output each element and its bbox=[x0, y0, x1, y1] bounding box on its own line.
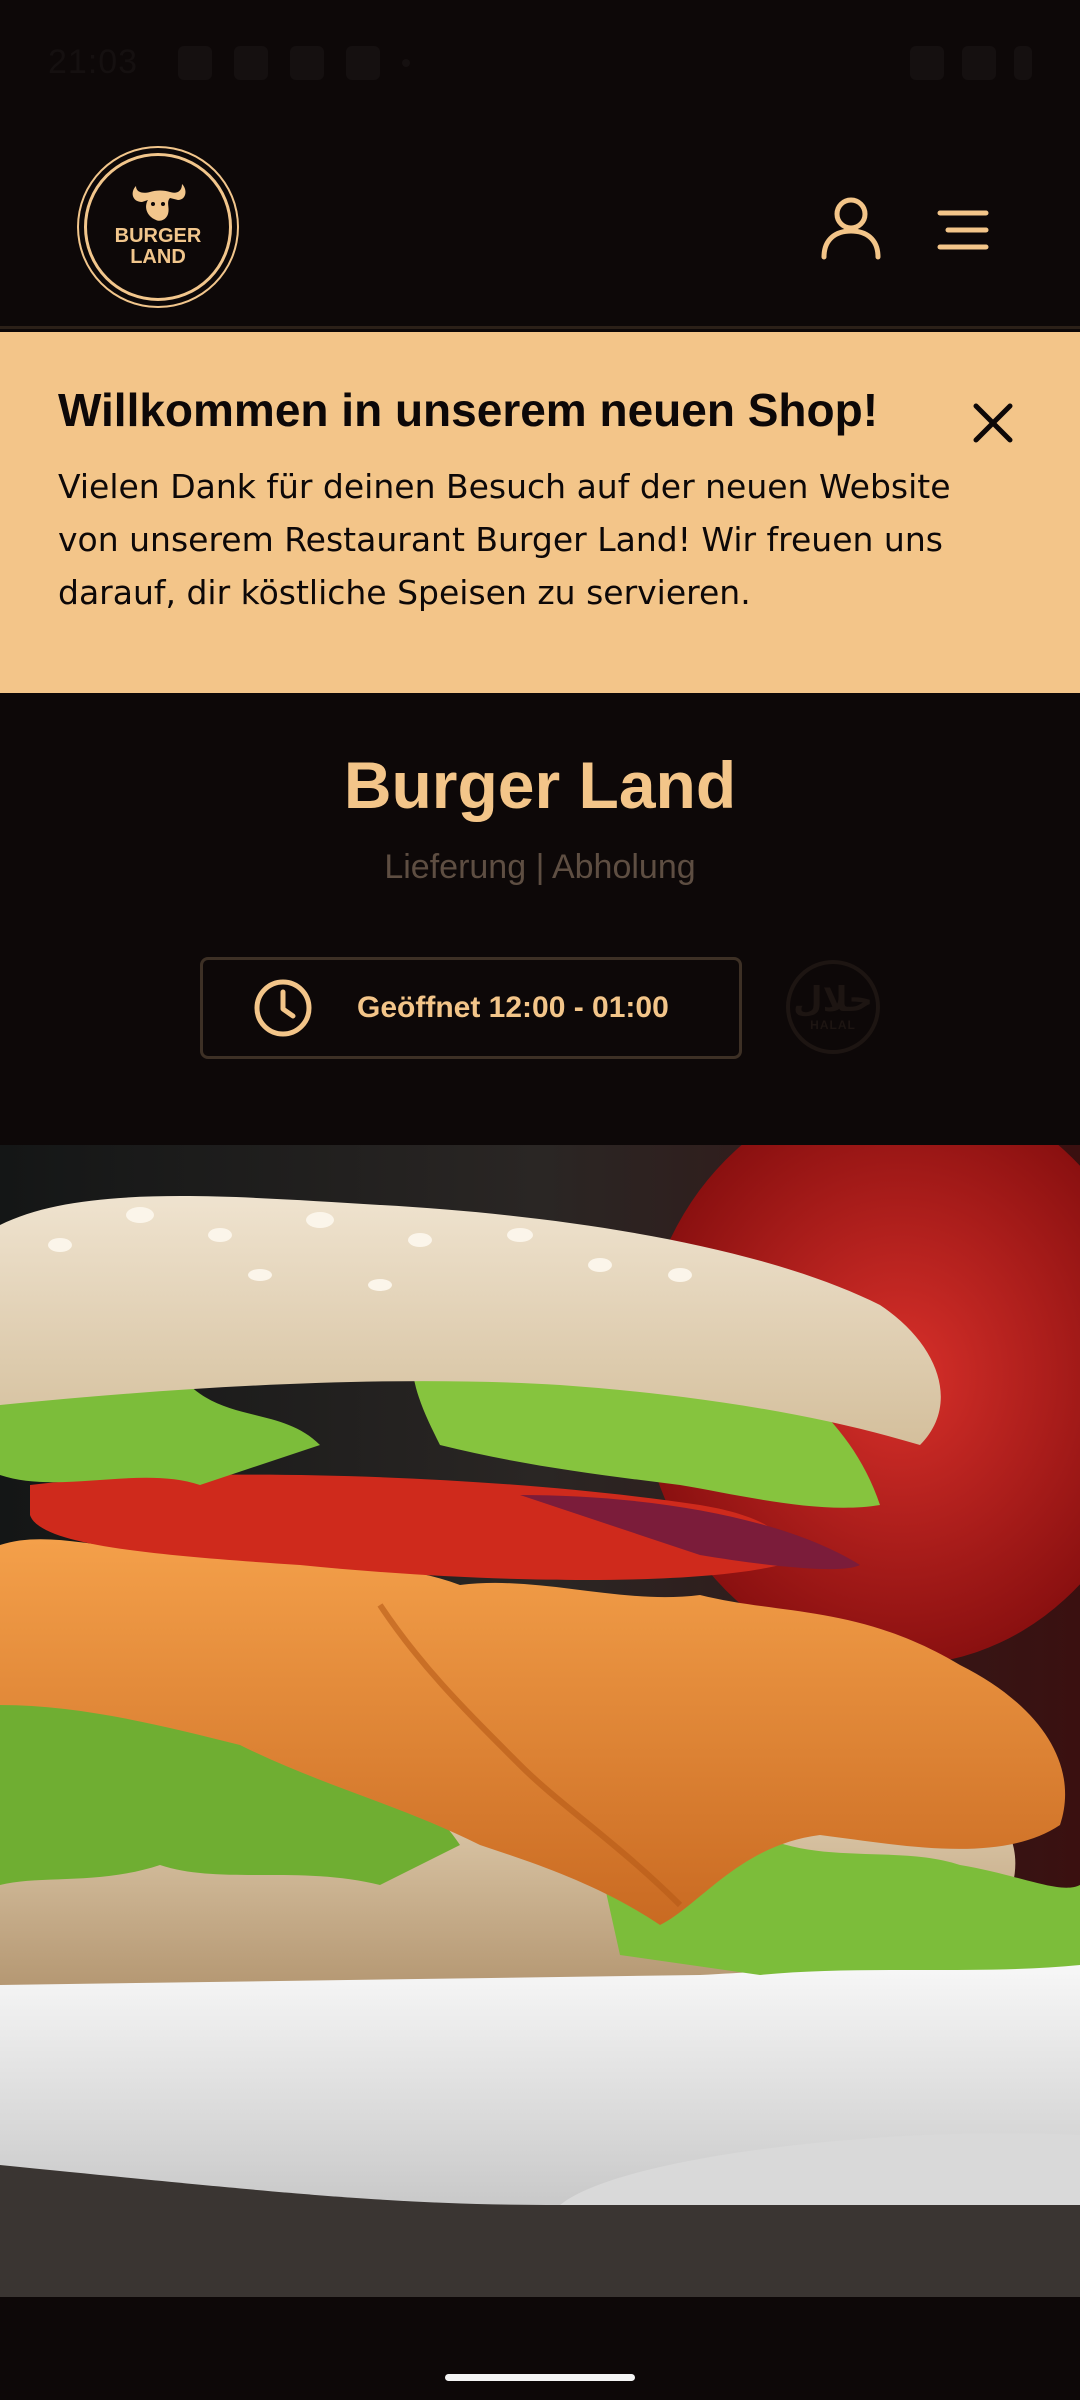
system-icons bbox=[910, 45, 1032, 80]
user-account-icon[interactable] bbox=[818, 195, 884, 261]
restaurant-name: Burger Land bbox=[343, 748, 737, 822]
gesture-nav-handle[interactable] bbox=[445, 2374, 635, 2381]
welcome-banner: Willkommen in unserem neuen Shop! Vielen… bbox=[0, 332, 1080, 693]
site-header: BURGER LAND bbox=[0, 125, 1080, 329]
notification-icon bbox=[234, 45, 269, 80]
halal-badge: حلال HALAL bbox=[786, 960, 880, 1054]
vpn-key-icon bbox=[910, 45, 944, 80]
bull-logo-icon bbox=[132, 184, 186, 221]
logo-text-line2: LAND bbox=[130, 246, 186, 268]
clock-icon bbox=[254, 979, 312, 1037]
halal-label: HALAL bbox=[810, 1018, 856, 1032]
image-icon bbox=[290, 45, 325, 80]
service-modes: Lieferung | Abholung bbox=[384, 848, 696, 886]
opening-hours-button[interactable]: Geöffnet 12:00 - 01:00 bbox=[200, 957, 742, 1059]
notification-icon bbox=[178, 45, 213, 80]
logo-text-line1: BURGER bbox=[114, 225, 202, 247]
banner-text: Vielen Dank für deinen Besuch auf der ne… bbox=[58, 467, 951, 612]
more-notifications-icon bbox=[402, 58, 411, 67]
battery-icon bbox=[1014, 45, 1032, 80]
hamburger-menu-icon[interactable] bbox=[934, 203, 992, 257]
halal-arabic-text: حلال bbox=[793, 981, 873, 1019]
wifi-icon bbox=[962, 45, 996, 80]
status-time: 21:03 bbox=[48, 43, 139, 81]
hero-burger-image bbox=[0, 1145, 1080, 2297]
status-bar: 21:03 bbox=[0, 0, 1080, 125]
burger-land-logo[interactable]: BURGER LAND bbox=[84, 153, 232, 301]
android-icon bbox=[346, 45, 381, 80]
notification-icons bbox=[178, 45, 411, 80]
banner-title: Willkommen in unserem neuen Shop! bbox=[58, 384, 879, 436]
opening-hours-text: Geöffnet 12:00 - 01:00 bbox=[357, 991, 669, 1024]
close-icon[interactable] bbox=[968, 398, 1018, 448]
